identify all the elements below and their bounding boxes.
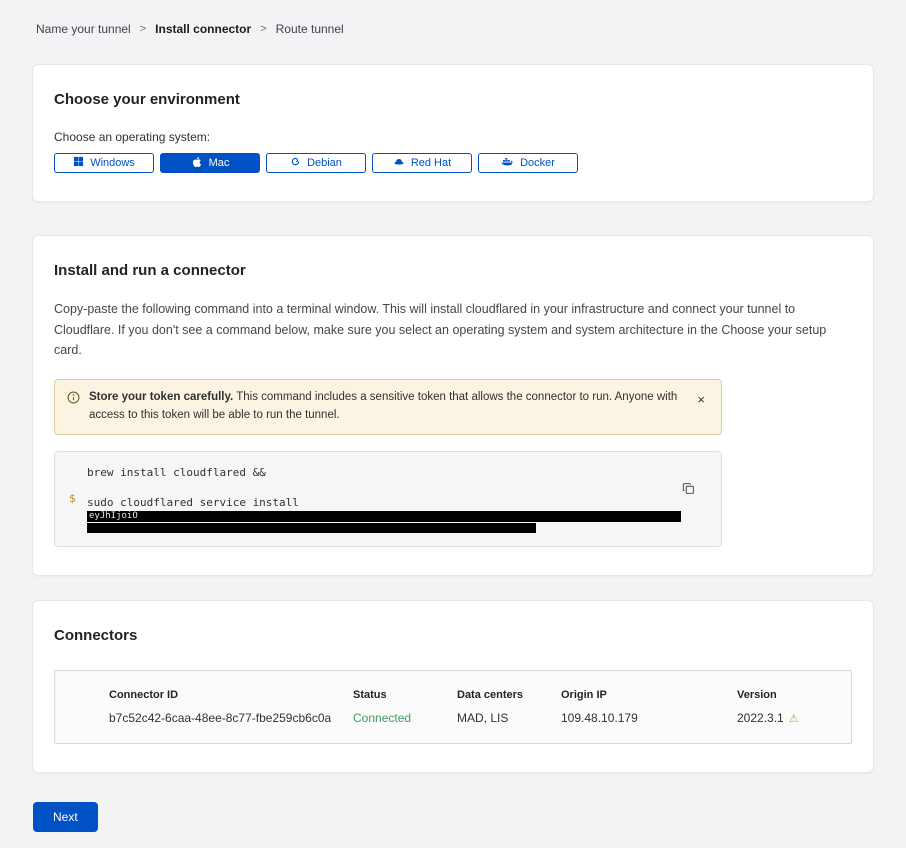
install-card-title: Install and run a connector (54, 262, 852, 279)
apple-icon (191, 156, 203, 171)
next-button[interactable]: Next (33, 802, 98, 832)
os-button-label: Docker (520, 157, 555, 169)
version-number: 2022.3.1 (737, 711, 784, 725)
copy-icon[interactable] (680, 480, 697, 500)
install-connector-card: Install and run a connector Copy-paste t… (32, 235, 874, 576)
header-version: Version (737, 689, 839, 701)
install-command-code-block: $ brew install cloudflared && sudo cloud… (54, 451, 722, 548)
redhat-icon (393, 156, 405, 171)
breadcrumb-separator: > (140, 23, 146, 35)
status-badge: Connected (353, 711, 457, 725)
token-warning-bold: Store your token carefully. (89, 391, 233, 403)
info-circle-icon (67, 391, 80, 409)
token-warning-alert: Store your token carefully. This command… (54, 379, 722, 435)
os-button-mac[interactable]: Mac (160, 153, 260, 173)
header-status: Status (353, 689, 457, 701)
breadcrumb-separator: > (260, 23, 266, 35)
connector-id-value: b7c52c42-6caa-48ee-8c77-fbe259cb6c0a (109, 711, 353, 725)
install-description: Copy-paste the following command into a … (54, 299, 849, 361)
connectors-table: Connector ID Status Data centers Origin … (54, 670, 852, 744)
install-command: brew install cloudflared && sudo cloudfl… (87, 465, 707, 534)
version-value: 2022.3.1 ⚠ (737, 711, 839, 725)
os-button-label: Windows (90, 157, 135, 169)
data-centers-value: MAD, LIS (457, 711, 561, 725)
os-button-label: Debian (307, 157, 342, 169)
header-data-centers: Data centers (457, 689, 561, 701)
breadcrumb-install-connector[interactable]: Install connector (155, 22, 251, 36)
os-button-docker[interactable]: Docker (478, 153, 578, 173)
os-button-redhat[interactable]: Red Hat (372, 153, 472, 173)
os-button-label: Red Hat (411, 157, 451, 169)
terminal-prompt: $ (69, 465, 87, 534)
origin-ip-value: 109.48.10.179 (561, 711, 737, 725)
environment-card: Choose your environment Choose an operat… (32, 64, 874, 202)
environment-card-title: Choose your environment (54, 91, 852, 108)
docker-icon (501, 156, 514, 170)
connectors-card: Connectors Connector ID Status Data cent… (32, 600, 874, 773)
os-button-windows[interactable]: Windows (54, 153, 154, 173)
token-prefix: eyJhIjoiO (89, 511, 138, 521)
redacted-token-line-2 (87, 523, 536, 533)
header-connector-id: Connector ID (109, 689, 353, 701)
windows-icon (73, 156, 84, 170)
breadcrumb-name-your-tunnel[interactable]: Name your tunnel (36, 22, 131, 36)
warning-triangle-icon: ⚠ (789, 712, 799, 725)
command-line-1: brew install cloudflared && (87, 465, 707, 481)
breadcrumb: Name your tunnel > Install connector > R… (0, 0, 906, 36)
connectors-table-header: Connector ID Status Data centers Origin … (55, 689, 851, 711)
connectors-card-title: Connectors (54, 627, 852, 644)
os-select-label: Choose an operating system: (54, 130, 852, 144)
os-button-debian[interactable]: Debian (266, 153, 366, 173)
debian-icon (290, 156, 301, 170)
table-row[interactable]: b7c52c42-6caa-48ee-8c77-fbe259cb6c0a Con… (55, 711, 851, 743)
breadcrumb-route-tunnel[interactable]: Route tunnel (276, 22, 344, 36)
header-origin-ip: Origin IP (561, 689, 737, 701)
os-button-group: Windows Mac Debian Red Hat Docker (54, 153, 852, 173)
redacted-token-line-1: eyJhIjoiO (87, 511, 681, 522)
token-warning-text: Store your token carefully. This command… (89, 389, 682, 425)
close-icon[interactable]: × (691, 389, 711, 410)
os-button-label: Mac (209, 157, 230, 169)
command-line-2: sudo cloudflared service install (87, 495, 707, 511)
